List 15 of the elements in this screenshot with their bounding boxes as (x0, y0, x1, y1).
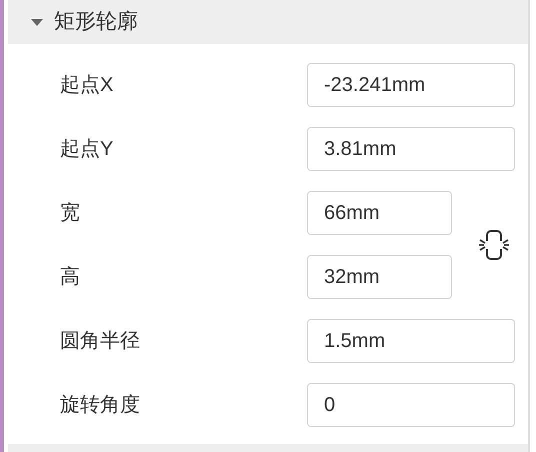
input-field[interactable]: -23.241mm (307, 63, 515, 107)
input-field[interactable]: 0 (307, 383, 515, 427)
input-field[interactable]: 1.5mm (307, 319, 515, 363)
field-label: 圆角半径 (60, 329, 141, 354)
field-label: 宽 (60, 201, 81, 226)
input-field[interactable]: 32mm (307, 255, 452, 299)
unlink-icon[interactable] (478, 228, 510, 262)
field-label: 旋转角度 (60, 393, 141, 418)
input-field[interactable]: 3.81mm (307, 127, 515, 171)
section-header[interactable]: 矩形轮廓 (8, 0, 528, 44)
input-field[interactable]: 66mm (307, 191, 452, 235)
section-title: 矩形轮廓 (54, 9, 138, 36)
field-label: 起点X (60, 73, 114, 98)
field-label: 高 (60, 265, 81, 290)
field-label: 起点Y (60, 137, 114, 162)
